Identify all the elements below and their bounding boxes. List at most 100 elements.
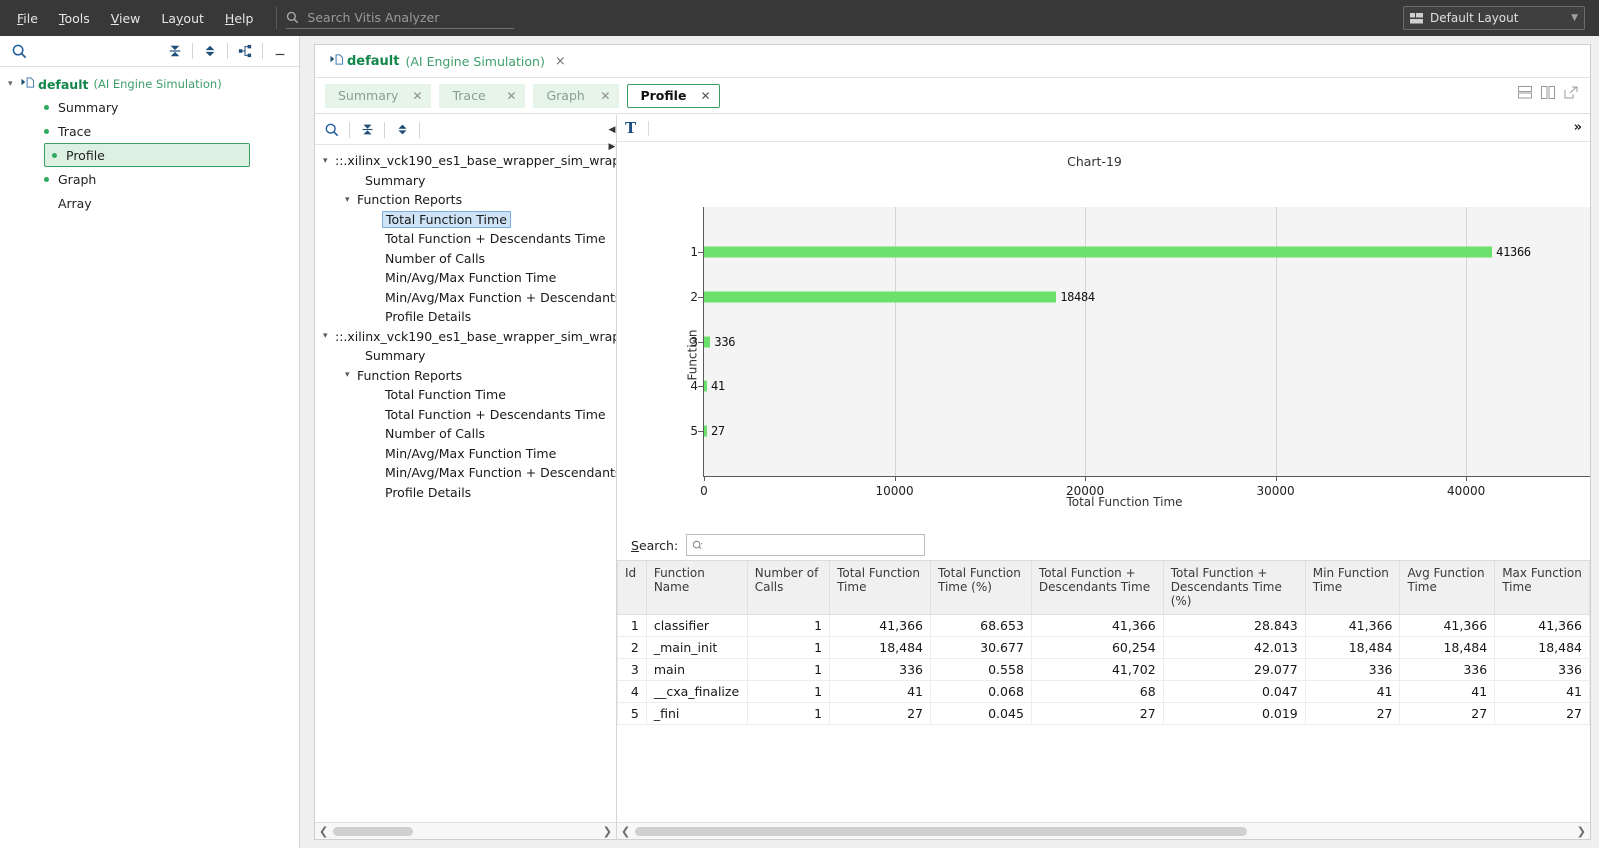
- tree-node[interactable]: ▾::.xilinx_vck190_es1_base_wrapper_sim_w…: [315, 327, 616, 347]
- close-icon[interactable]: ×: [555, 54, 566, 69]
- tree-node[interactable]: ▾ Function Reports: [315, 190, 616, 210]
- sidebar-item-graph[interactable]: Graph: [0, 167, 299, 191]
- menu-tools[interactable]: Tools: [50, 7, 99, 30]
- tab-profile[interactable]: Profile ✕: [627, 83, 720, 108]
- table-row[interactable]: 4 __cxa_finalize 1 41 0.068 68 0.047 41 41 41: [617, 680, 1590, 703]
- tree-node[interactable]: Profile Details: [315, 483, 616, 503]
- chart-bar[interactable]: [704, 425, 707, 437]
- close-icon[interactable]: ✕: [600, 89, 610, 103]
- text-tool-icon[interactable]: T: [625, 119, 636, 137]
- tree-node[interactable]: Profile Details: [315, 307, 616, 327]
- chevron-down-icon[interactable]: ▾: [345, 370, 357, 380]
- tree-node[interactable]: Total Function Time: [315, 210, 616, 230]
- close-icon[interactable]: ✕: [412, 89, 422, 103]
- tree-node[interactable]: Total Function + Descendants Time: [315, 229, 616, 249]
- bullet-icon: [52, 152, 57, 158]
- table-column-header[interactable]: Total Function Time (%): [930, 561, 1032, 615]
- table-column-header[interactable]: Avg Function Time: [1399, 561, 1496, 615]
- close-icon[interactable]: ✕: [700, 89, 710, 103]
- sidebar-item-array[interactable]: Array: [0, 191, 299, 215]
- tree-node[interactable]: Min/Avg/Max Function + Descendants Tim: [315, 288, 616, 308]
- collapse-all-icon[interactable]: [356, 119, 378, 141]
- sidebar-item-profile[interactable]: Profile: [44, 143, 250, 167]
- tree-node-label: Min/Avg/Max Function Time: [385, 270, 557, 286]
- split-horizontal-icon[interactable]: [1518, 86, 1532, 99]
- tree-node[interactable]: Number of Calls: [315, 249, 616, 269]
- table-row[interactable]: 2 _main_init 1 18,484 30.677 60,254 42.013 18,4…: [617, 636, 1590, 659]
- table-search-box[interactable]: [686, 534, 926, 556]
- close-icon[interactable]: ✕: [506, 89, 516, 103]
- menu-file[interactable]: File: [8, 7, 47, 30]
- tree-node[interactable]: Summary: [315, 171, 616, 191]
- panel-collapse-handle[interactable]: ◀ ▶: [607, 121, 617, 155]
- chevron-left-icon[interactable]: ❮: [319, 825, 328, 838]
- sidebar-item-summary[interactable]: Summary: [0, 95, 299, 119]
- detach-icon[interactable]: [1564, 86, 1578, 99]
- menu-layout[interactable]: Layout: [152, 7, 213, 30]
- tab-graph[interactable]: Graph ✕: [533, 83, 620, 108]
- tab-trace[interactable]: Trace ✕: [439, 83, 526, 108]
- tree-node[interactable]: Min/Avg/Max Function Time: [315, 444, 616, 464]
- chevron-left-icon[interactable]: ❮: [621, 825, 630, 838]
- table-row[interactable]: 5 _fini 1 27 0.045 27 0.019 27 27 27: [617, 702, 1590, 725]
- split-vertical-icon[interactable]: [1541, 86, 1555, 99]
- profile-panel-hscrollbar[interactable]: ❮ ❯: [617, 822, 1590, 839]
- table-row[interactable]: 1 classifier 1 41,366 68.653 41,366 28.843 41,3…: [617, 614, 1590, 637]
- table-column-header[interactable]: Total Function + Descendants Time: [1030, 561, 1164, 615]
- chart-bar[interactable]: [704, 291, 1057, 303]
- tree-node[interactable]: Number of Calls: [315, 424, 616, 444]
- table-column-header[interactable]: Min Function Time: [1304, 561, 1401, 615]
- menu-view[interactable]: View: [102, 7, 150, 30]
- global-search-input[interactable]: [305, 9, 515, 26]
- scrollbar-track[interactable]: [635, 826, 1572, 836]
- more-icon[interactable]: »: [1574, 120, 1582, 135]
- chevron-down-icon[interactable]: ▾: [323, 331, 335, 341]
- table-search-input[interactable]: [707, 537, 920, 553]
- chevron-down-icon[interactable]: ▾: [345, 195, 357, 205]
- report-tree-hscrollbar[interactable]: ❮ ❯: [315, 822, 616, 839]
- table-column-header[interactable]: Max Function Time: [1494, 561, 1590, 615]
- chevron-down-icon[interactable]: ▾: [323, 156, 335, 166]
- search-icon[interactable]: [8, 40, 30, 62]
- tree-node[interactable]: Total Function + Descendants Time: [315, 405, 616, 425]
- collapse-all-icon[interactable]: [164, 40, 186, 62]
- tree-node[interactable]: ▾ Function Reports: [315, 366, 616, 386]
- chevron-down-icon[interactable]: ▾: [8, 79, 20, 89]
- search-icon[interactable]: [321, 119, 343, 141]
- chevron-right-icon[interactable]: ▶: [609, 142, 616, 152]
- table-row[interactable]: 3 main 1 336 0.558 41,702 29.077 336 336 336: [617, 658, 1590, 681]
- layout-selector[interactable]: Default Layout ▼: [1403, 6, 1585, 30]
- sidebar-item-trace[interactable]: Trace: [0, 119, 299, 143]
- global-search[interactable]: [286, 7, 515, 29]
- chevron-right-icon[interactable]: ❯: [1577, 825, 1586, 838]
- tree-node[interactable]: ▾::.xilinx_vck190_es1_base_wrapper_sim_w…: [315, 151, 616, 171]
- scrollbar-track[interactable]: [333, 826, 598, 836]
- table-column-header[interactable]: Total Function + Descendants Time (%): [1162, 561, 1306, 615]
- expand-all-icon[interactable]: [199, 40, 221, 62]
- table-column-header[interactable]: Id: [617, 561, 647, 615]
- chevron-right-icon[interactable]: ❯: [603, 825, 612, 838]
- chevron-left-icon[interactable]: ◀: [609, 125, 616, 135]
- menu-help[interactable]: Help: [216, 7, 263, 30]
- chart-bar[interactable]: [704, 336, 711, 347]
- scrollbar-thumb[interactable]: [635, 826, 1248, 836]
- chart-bar[interactable]: [704, 380, 707, 392]
- table-column-header[interactable]: Number of Calls: [746, 561, 831, 615]
- tree-node[interactable]: Min/Avg/Max Function + Descendants Tim: [315, 463, 616, 483]
- tree-node[interactable]: Total Function Time: [315, 385, 616, 405]
- table-column-header[interactable]: Total Function Time: [829, 561, 931, 615]
- tree-node[interactable]: Min/Avg/Max Function Time: [315, 268, 616, 288]
- minimize-icon[interactable]: [269, 40, 291, 62]
- chart-bar[interactable]: [704, 246, 1493, 258]
- table-cell: 28.843: [1162, 614, 1306, 637]
- scrollbar-thumb[interactable]: [333, 826, 414, 836]
- table-cell: 41,366: [1399, 614, 1496, 637]
- tree-node[interactable]: Summary: [315, 346, 616, 366]
- sidebar-root-node[interactable]: ▾ default (AI Engine Simulation): [0, 73, 299, 95]
- tab-summary[interactable]: Summary ✕: [325, 83, 432, 108]
- hierarchy-icon[interactable]: [234, 40, 256, 62]
- table-column-header[interactable]: Function Name: [645, 561, 748, 615]
- tab-strip-actions: [1518, 86, 1578, 99]
- expand-all-icon[interactable]: [391, 119, 413, 141]
- tree-node-label: Function Reports: [357, 367, 463, 383]
